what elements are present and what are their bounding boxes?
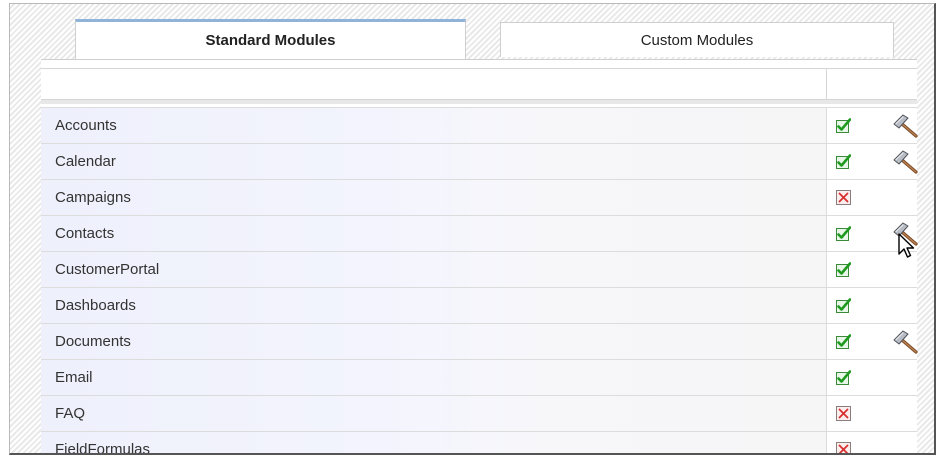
checkbox-checked-icon[interactable] xyxy=(836,154,852,169)
column-divider xyxy=(826,252,827,287)
module-name-cell: Calendar xyxy=(41,144,826,179)
module-name: Campaigns xyxy=(55,189,131,206)
module-manager-window: Standard Modules Custom Modules Accounts… xyxy=(9,3,936,455)
module-name: Dashboards xyxy=(55,297,136,314)
module-name: Email xyxy=(55,369,93,386)
hammer-icon[interactable] xyxy=(890,329,920,355)
checkbox-checked-icon[interactable] xyxy=(836,334,852,349)
table-row: Documents xyxy=(41,323,920,359)
column-divider xyxy=(826,396,827,431)
module-name: CustomerPortal xyxy=(55,261,160,278)
table-row: Contacts xyxy=(41,215,920,251)
module-name: FieldFormulas xyxy=(55,441,151,455)
checkbox-checked-icon[interactable] xyxy=(836,370,852,385)
table-header xyxy=(41,68,917,104)
modules-panel: Accounts Calendar Campaigns Contacts Custome… xyxy=(41,59,920,455)
module-name-cell: Email xyxy=(41,360,826,395)
module-name: FAQ xyxy=(55,405,86,422)
column-divider xyxy=(826,144,827,179)
table-row: Calendar xyxy=(41,143,920,179)
module-name-cell: FieldFormulas xyxy=(41,432,826,455)
module-name-cell: Campaigns xyxy=(41,180,826,215)
column-divider xyxy=(826,216,827,251)
module-name: Calendar xyxy=(55,153,116,170)
table-row: Dashboards xyxy=(41,287,917,323)
checkbox-checked-icon[interactable] xyxy=(836,226,852,241)
checkbox-checked-icon[interactable] xyxy=(836,262,852,277)
column-divider xyxy=(826,108,827,143)
tab-custom-modules[interactable]: Custom Modules xyxy=(500,22,894,57)
header-divider xyxy=(826,69,827,99)
table-row: Campaigns xyxy=(41,179,917,215)
module-name: Documents xyxy=(55,333,131,350)
column-divider xyxy=(826,180,827,215)
table-row: FieldFormulas xyxy=(41,431,917,455)
table-row: Email xyxy=(41,359,917,395)
column-divider xyxy=(826,360,827,395)
module-name-cell: Accounts xyxy=(41,108,826,143)
hammer-icon[interactable] xyxy=(890,221,920,247)
table-row: CustomerPortal xyxy=(41,251,917,287)
hammer-icon[interactable] xyxy=(890,149,920,175)
column-divider xyxy=(826,432,827,453)
checkbox-x-icon[interactable] xyxy=(836,190,851,205)
module-name: Contacts xyxy=(55,225,115,242)
hammer-icon[interactable] xyxy=(890,113,920,139)
table-row: Accounts xyxy=(41,107,920,143)
module-name-cell: CustomerPortal xyxy=(41,252,826,287)
tab-standard-modules[interactable]: Standard Modules xyxy=(75,19,466,59)
module-name-cell: FAQ xyxy=(41,396,826,431)
checkbox-x-icon[interactable] xyxy=(836,442,851,453)
module-name-cell: Dashboards xyxy=(41,288,826,323)
tab-standard-modules-label: Standard Modules xyxy=(205,32,336,49)
checkbox-checked-icon[interactable] xyxy=(836,118,852,133)
tab-custom-modules-label: Custom Modules xyxy=(640,31,754,49)
checkbox-x-icon[interactable] xyxy=(836,406,851,421)
module-name: Accounts xyxy=(55,117,117,134)
table-row: FAQ xyxy=(41,395,917,431)
checkbox-checked-icon[interactable] xyxy=(836,298,852,313)
module-name-cell: Documents xyxy=(41,324,826,359)
column-divider xyxy=(826,288,827,323)
column-divider xyxy=(826,324,827,359)
module-name-cell: Contacts xyxy=(41,216,826,251)
header-shadow xyxy=(41,100,917,104)
modules-table: Accounts Calendar Campaigns Contacts Custome… xyxy=(41,107,920,455)
